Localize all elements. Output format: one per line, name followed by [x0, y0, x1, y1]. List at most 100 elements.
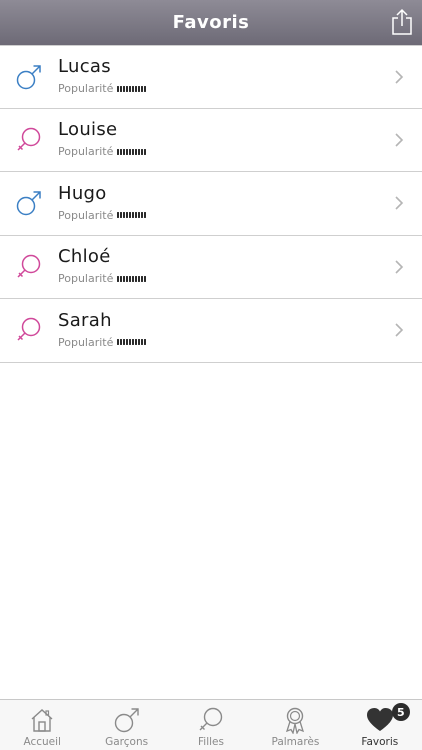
tab-bar: Accueil Garçons Filles Palmarès Favoris …: [0, 699, 422, 750]
popularity-bar: [126, 275, 129, 282]
popularity-bar: [135, 148, 138, 155]
popularity-bar: [132, 212, 135, 219]
popularity-bar: [132, 275, 135, 282]
favorites-count-badge: 5: [391, 703, 410, 721]
home-icon: [28, 706, 56, 734]
male-icon: [0, 45, 58, 108]
chevron-right-icon: [384, 235, 414, 298]
popularity-bar: [120, 275, 123, 282]
popularity-bars: [117, 275, 147, 283]
popularity-bar: [141, 339, 144, 346]
chevron-right-icon: [384, 45, 414, 108]
tab-accueil[interactable]: Accueil: [0, 700, 84, 750]
favorites-list: Lucas Popularité Louise Popularité Hugo …: [0, 45, 422, 363]
popularity: Popularité: [58, 209, 384, 222]
popularity-bar: [135, 275, 138, 282]
popularity-bar: [120, 339, 123, 346]
tab-label: Filles: [198, 736, 224, 748]
heart-icon: [366, 706, 394, 734]
page-title: Favoris: [172, 12, 250, 33]
popularity-bar: [132, 339, 135, 346]
popularity-bar: [141, 85, 144, 92]
popularity-bar: [123, 275, 126, 282]
popularity: Popularité: [58, 336, 384, 349]
popularity-bar: [135, 339, 138, 346]
popularity-bar: [117, 212, 120, 219]
popularity-bar: [129, 85, 132, 92]
popularity-bar: [117, 275, 120, 282]
female-icon: [0, 299, 58, 362]
popularity-bar: [138, 148, 141, 155]
popularity-bar: [129, 275, 132, 282]
share-button[interactable]: [390, 8, 414, 36]
popularity-bar: [144, 275, 147, 282]
chevron-right-icon: [384, 108, 414, 171]
female-icon: [197, 706, 225, 734]
popularity-bar: [141, 212, 144, 219]
popularity-bars: [117, 211, 147, 219]
popularity-bar: [135, 85, 138, 92]
female-icon: [0, 235, 58, 298]
male-icon: [113, 706, 141, 734]
popularity-bar: [144, 85, 147, 92]
popularity-bar: [141, 148, 144, 155]
popularity-bar: [117, 148, 120, 155]
popularity-bar: [129, 148, 132, 155]
name-label: Hugo: [58, 182, 107, 204]
popularity-bar: [123, 148, 126, 155]
name-label: Louise: [58, 119, 118, 141]
popularity-bars: [117, 85, 147, 93]
name-label: Sarah: [58, 309, 112, 331]
popularity-bar: [141, 275, 144, 282]
popularity-bar: [144, 148, 147, 155]
name-label: Chloé: [58, 246, 111, 268]
popularity-bar: [138, 212, 141, 219]
popularity-bars: [117, 338, 147, 346]
popularity-bar: [144, 212, 147, 219]
popularity-bar: [138, 275, 141, 282]
list-item[interactable]: Lucas Popularité: [0, 45, 422, 109]
popularity-bar: [138, 339, 141, 346]
tab-label: Palmarès: [271, 736, 320, 748]
popularity-bars: [117, 148, 147, 156]
popularity-bar: [117, 339, 120, 346]
chevron-right-icon: [384, 299, 414, 362]
list-item[interactable]: Sarah Popularité: [0, 299, 422, 363]
popularity: Popularité: [58, 145, 384, 158]
list-item[interactable]: Chloé Popularité: [0, 235, 422, 299]
popularity: Popularité: [58, 272, 384, 285]
chevron-right-icon: [384, 172, 414, 235]
popularity-bar: [126, 339, 129, 346]
popularity-bar: [138, 85, 141, 92]
list-item[interactable]: Louise Popularité: [0, 108, 422, 172]
popularity-bar: [129, 212, 132, 219]
popularity-bar: [126, 212, 129, 219]
popularity-bar: [135, 212, 138, 219]
male-icon: [0, 172, 58, 235]
tab-favoris[interactable]: Favoris 5: [338, 700, 422, 750]
popularity-bar: [132, 148, 135, 155]
female-icon: [0, 108, 58, 171]
popularity-bar: [132, 85, 135, 92]
popularity-bar: [120, 148, 123, 155]
tab-garcons[interactable]: Garçons: [84, 700, 168, 750]
tab-label: Garçons: [105, 736, 149, 748]
popularity-bar: [144, 339, 147, 346]
share-icon: [392, 8, 412, 35]
popularity-bar: [117, 85, 120, 92]
popularity-bar: [120, 85, 123, 92]
popularity-bar: [123, 339, 126, 346]
popularity-bar: [129, 339, 132, 346]
tab-palmares[interactable]: Palmarès: [253, 700, 337, 750]
tab-label: Favoris: [361, 736, 399, 748]
popularity-bar: [126, 85, 129, 92]
navigation-bar: Favoris: [0, 0, 422, 45]
tab-filles[interactable]: Filles: [169, 700, 253, 750]
popularity-bar: [120, 212, 123, 219]
popularity-bar: [123, 212, 126, 219]
name-label: Lucas: [58, 56, 111, 78]
popularity-bar: [126, 148, 129, 155]
tab-label: Accueil: [23, 736, 61, 748]
list-item[interactable]: Hugo Popularité: [0, 172, 422, 236]
award-icon: [281, 706, 309, 734]
